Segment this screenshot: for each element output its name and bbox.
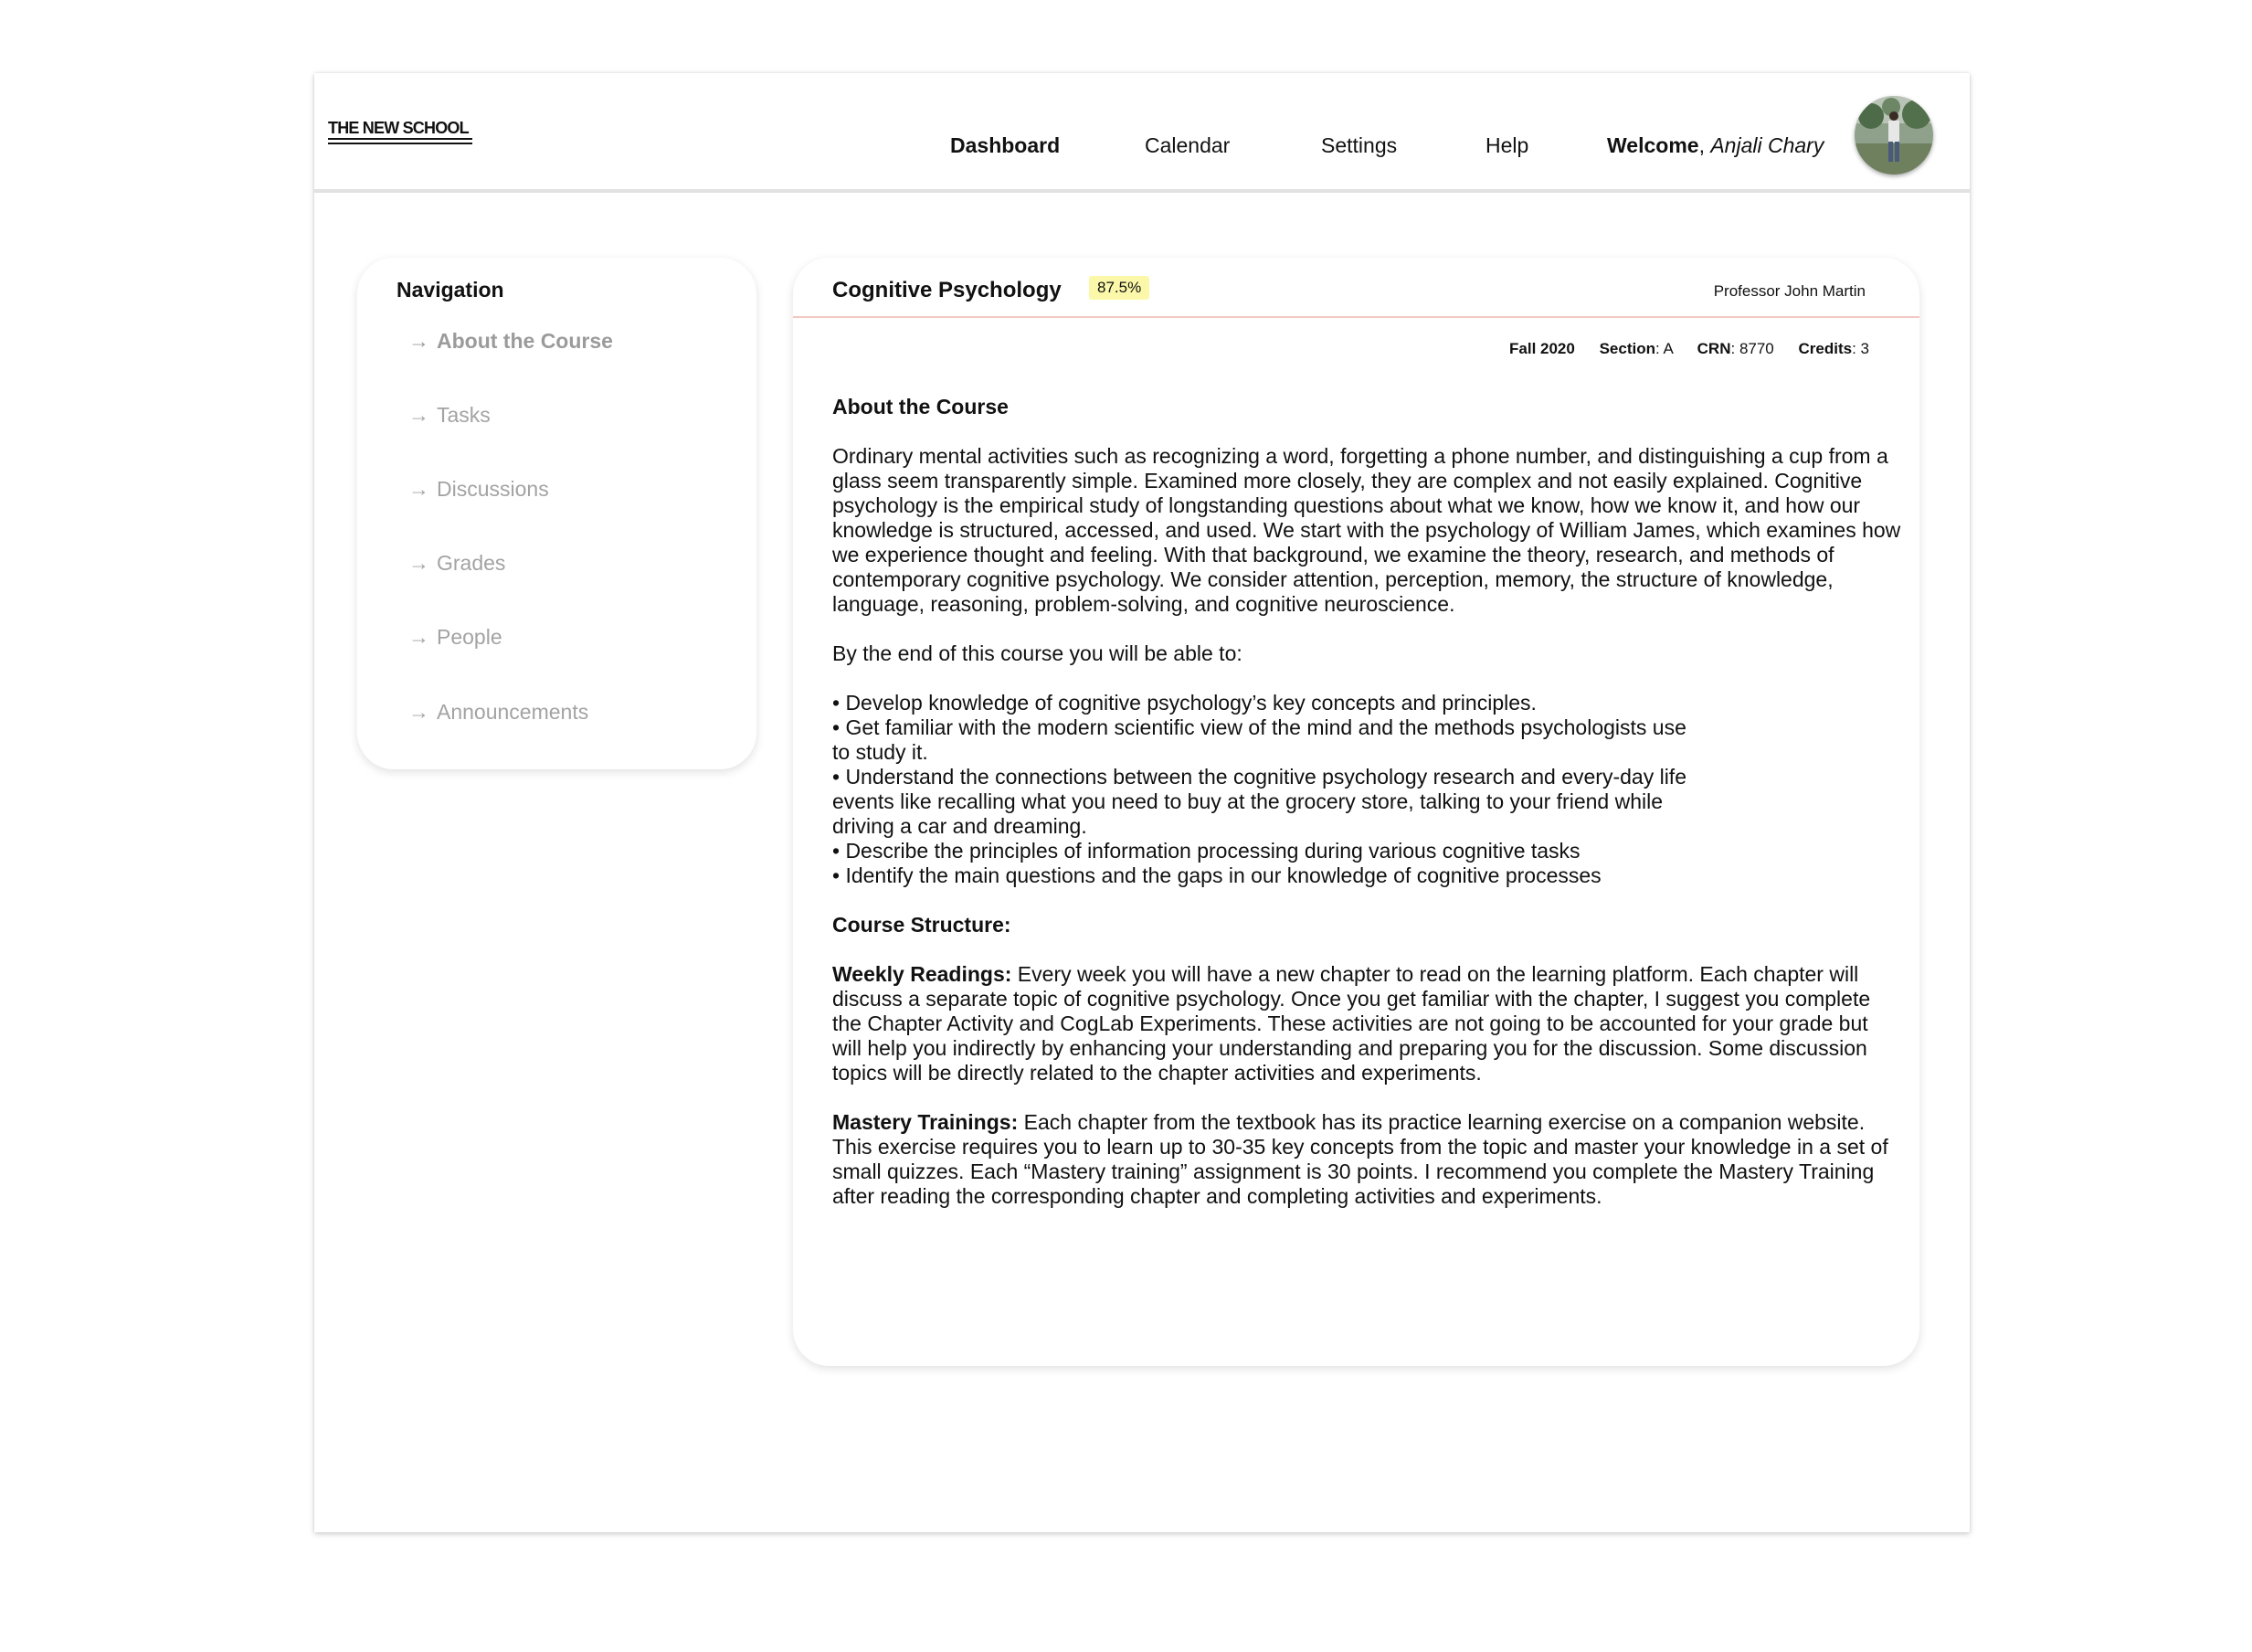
arrow-right-icon: → — [408, 403, 429, 427]
weekly-readings: Weekly Readings: Every week you will hav… — [832, 962, 1871, 1085]
avatar[interactable] — [1855, 96, 1933, 175]
sidebar-item-about[interactable]: → About the Course — [408, 329, 613, 354]
course-title: Cognitive Psychology — [832, 278, 1062, 302]
school-logo[interactable]: THE NEW SCHOOL — [328, 120, 472, 136]
arrow-right-icon: → — [408, 329, 429, 353]
top-header: THE NEW SCHOOL Dashboard Calendar Settin… — [314, 73, 1970, 193]
mastery-trainings: Mastery Trainings: Each chapter from the… — [832, 1110, 1888, 1208]
sidebar-item-announcements[interactable]: → Announcements — [408, 700, 588, 725]
sidebar-item-people[interactable]: → People — [408, 625, 502, 650]
course-navigation: Navigation → About the Course → Tasks → Dis… — [357, 258, 756, 769]
list-item: • Develop knowledge of cognitive psychol… — [832, 691, 1537, 715]
sidebar-item-tasks[interactable]: → Tasks — [408, 403, 491, 428]
navigation-title: Navigation — [396, 278, 504, 302]
grade-badge: 87.5% — [1089, 276, 1150, 300]
nav-settings[interactable]: Settings — [1321, 133, 1397, 158]
arrow-right-icon: → — [408, 625, 429, 649]
crn-info: CRN: 8770 — [1697, 340, 1774, 357]
outcomes-lead: By the end of this course you will be ab… — [832, 641, 1242, 665]
list-item: • Get familiar with the modern scientifi… — [832, 715, 1686, 764]
course-card: Cognitive Psychology 87.5% Professor Joh… — [793, 258, 1919, 1366]
credits-info: Credits: 3 — [1798, 340, 1870, 357]
arrow-right-icon: → — [408, 477, 429, 501]
professor-name: Professor John Martin — [1713, 282, 1866, 300]
outcomes-list: • Develop knowledge of cognitive psychol… — [832, 691, 1700, 888]
arrow-right-icon: → — [408, 700, 429, 724]
sidebar-item-discussions[interactable]: → Discussions — [408, 477, 549, 502]
structure-heading: Course Structure: — [832, 913, 1011, 937]
nav-calendar[interactable]: Calendar — [1145, 133, 1230, 158]
list-item: • Describe the principles of information… — [832, 839, 1581, 863]
about-intro: Ordinary mental activities such as recog… — [832, 444, 1901, 616]
sidebar-item-grades[interactable]: → Grades — [408, 551, 505, 576]
course-description: About the Course Ordinary mental activit… — [832, 395, 1901, 1209]
logo-underline — [328, 138, 472, 147]
list-item: • Understand the connections between the… — [832, 765, 1686, 838]
nav-help[interactable]: Help — [1485, 133, 1528, 158]
term: Fall 2020 — [1509, 340, 1575, 357]
course-meta: Fall 2020 Section: A CRN: 8770 Credits: … — [1509, 340, 1869, 358]
avatar-photo — [1855, 96, 1933, 175]
header-divider — [793, 316, 1919, 318]
about-heading: About the Course — [832, 395, 1009, 418]
welcome-message: Welcome, Anjali Chary — [1607, 133, 1824, 157]
list-item: • Identify the main questions and the ga… — [832, 863, 1602, 887]
user-name: Anjali Chary — [1710, 133, 1824, 157]
nav-dashboard[interactable]: Dashboard — [950, 133, 1060, 158]
welcome-label: Welcome — [1607, 133, 1699, 157]
section-info: Section: A — [1599, 340, 1673, 357]
arrow-right-icon: → — [408, 551, 429, 575]
